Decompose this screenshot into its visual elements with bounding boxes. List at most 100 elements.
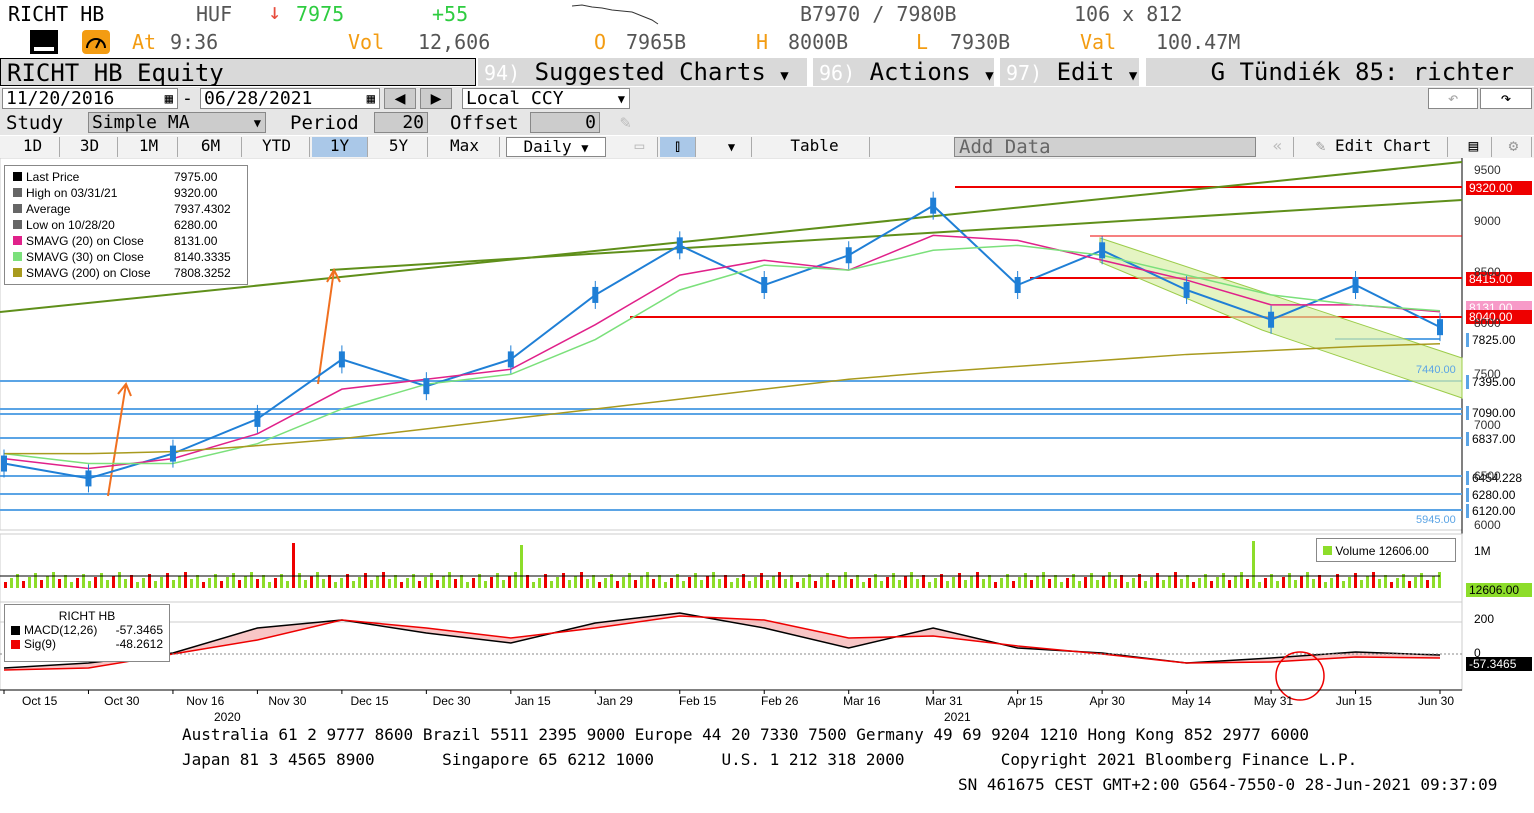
line-chart-icon[interactable]: ▭: [622, 137, 658, 157]
currency-select[interactable]: Local CCY ▼: [462, 88, 630, 109]
suggested-charts-menu[interactable]: 94) Suggested Charts ▼: [478, 58, 810, 86]
range-tab-1d[interactable]: 1D: [6, 137, 60, 157]
chart-legend: Last Price 7975.00 High on 03/31/21 9320.00…: [4, 165, 248, 285]
volume-bar: [1162, 580, 1165, 588]
volume-bar: [496, 573, 499, 588]
redo-icon: ↷: [1500, 88, 1512, 109]
price-axis-tick: 9000: [1474, 214, 1501, 228]
volume-bar: [826, 573, 829, 588]
volume-bar: [1018, 577, 1021, 588]
volume-bar: [604, 578, 607, 588]
volume-bar: [124, 579, 127, 588]
redo-button[interactable]: ↷: [1480, 88, 1532, 109]
frequency-select[interactable]: Daily ▼: [506, 137, 606, 157]
edit-menu[interactable]: 97) Edit ▼: [1000, 58, 1142, 86]
prev-period-button[interactable]: ◀: [384, 88, 416, 109]
volume-bar: [970, 576, 973, 588]
volume-bar: [316, 572, 319, 588]
volume-bar: [1378, 579, 1381, 588]
volume-bar: [730, 582, 733, 588]
gear-icon[interactable]: ⚙: [1496, 137, 1532, 157]
val-value: 100.47M: [1156, 30, 1241, 54]
macd-title: RICHT HB: [58, 609, 116, 623]
range-tab-1y[interactable]: 1Y: [312, 137, 368, 157]
volume-bar: [1288, 573, 1291, 588]
add-data-input[interactable]: Add Data: [954, 137, 1256, 157]
volume-bar: [1426, 580, 1429, 588]
end-date-input[interactable]: 06/28/2021 ▦: [200, 88, 380, 109]
security-field[interactable]: RICHT HB Equity: [0, 58, 476, 87]
range-tab-ytd[interactable]: YTD: [244, 137, 310, 157]
x-axis-label: Jun 15: [1335, 694, 1372, 708]
x-axis-label: Nov 16: [186, 694, 225, 708]
volume-bar: [40, 580, 43, 588]
volume-bar: [964, 580, 967, 588]
volume-bar: [286, 581, 289, 588]
chart-type-dropdown[interactable]: ▼: [712, 137, 752, 157]
volume-bar: [118, 572, 121, 588]
volume-bar: [532, 582, 535, 588]
chart-settings-icon[interactable]: ▤: [1456, 137, 1492, 157]
price-axis-tick: 7500: [1474, 367, 1501, 381]
volume-bar: [670, 578, 673, 588]
volume-bar: [1090, 573, 1093, 588]
volume-bar: [862, 582, 865, 588]
volume-bar: [1432, 576, 1435, 588]
sparkline-icon: [572, 4, 659, 25]
volume-bar: [1324, 582, 1327, 588]
footer-phones-2: Japan 81 3 4565 8900 Singapore 65 6212 1…: [182, 750, 1358, 769]
offset-input[interactable]: 0: [530, 112, 600, 133]
chevron-down-icon: ▼: [727, 140, 736, 154]
volume-bar: [1318, 575, 1321, 588]
volume-bar: [220, 581, 223, 588]
range-tab-6m[interactable]: 6M: [180, 137, 242, 157]
volume-bar: [100, 573, 103, 588]
price-change: +55: [432, 2, 469, 26]
volume-bar: [1390, 582, 1393, 588]
volume-bar: [700, 580, 703, 588]
security-icon[interactable]: [30, 30, 58, 54]
volume-bar: [880, 581, 883, 588]
volume-bar: [142, 578, 145, 588]
range-tab-5y[interactable]: 5Y: [370, 137, 428, 157]
period-input[interactable]: 20: [374, 112, 428, 133]
table-button[interactable]: Table: [760, 137, 870, 157]
next-period-button[interactable]: ▶: [420, 88, 452, 109]
volume-bar: [514, 572, 517, 588]
candle-chart-icon[interactable]: ⫾: [660, 137, 696, 157]
legend-swatch: [13, 236, 22, 245]
volume-bar: [982, 579, 985, 588]
speedometer-icon[interactable]: [82, 30, 110, 54]
volume-bar: [1174, 572, 1177, 588]
volume-bar: [502, 580, 505, 588]
start-date-input[interactable]: 11/20/2016 ▦: [2, 88, 178, 109]
volume-bar: [328, 575, 331, 588]
arrow-right-icon: ▶: [430, 88, 442, 109]
undo-button[interactable]: ↶: [1428, 88, 1478, 109]
collapse-icon[interactable]: «: [1262, 137, 1294, 157]
legend-row: SMAVG (200) on Close 7808.3252: [13, 265, 247, 281]
volume-bar: [340, 578, 343, 588]
volume-label: Vol: [348, 30, 385, 54]
legend-row: Low on 10/28/20 6280.00: [13, 217, 247, 233]
volume-bar: [448, 572, 451, 588]
volume-bar: [484, 581, 487, 588]
volume-bar: [10, 578, 13, 588]
pencil-icon[interactable]: ✎: [620, 112, 631, 133]
actions-menu[interactable]: 96) Actions ▼: [813, 58, 997, 86]
chevron-down-icon: ▼: [581, 141, 589, 155]
range-tab-max[interactable]: Max: [430, 137, 500, 157]
x-axis-label: Mar 31: [925, 694, 963, 708]
study-label: Study: [6, 112, 64, 134]
range-tab-3d[interactable]: 3D: [62, 137, 118, 157]
study-select[interactable]: Simple MA ▼: [88, 112, 266, 133]
volume-bar: [490, 577, 493, 588]
inline-price-label: 7440.00: [1416, 364, 1456, 376]
chevron-down-icon: ▼: [253, 116, 261, 130]
price-level-tag: 6120.00: [1466, 504, 1532, 518]
range-tab-1m[interactable]: 1M: [120, 137, 178, 157]
bid-ask: B7970 / 7980B: [800, 2, 957, 26]
volume-bar: [934, 578, 937, 588]
volume-bar: [1030, 580, 1033, 588]
edit-chart-button[interactable]: ✎ Edit Chart: [1300, 137, 1448, 157]
